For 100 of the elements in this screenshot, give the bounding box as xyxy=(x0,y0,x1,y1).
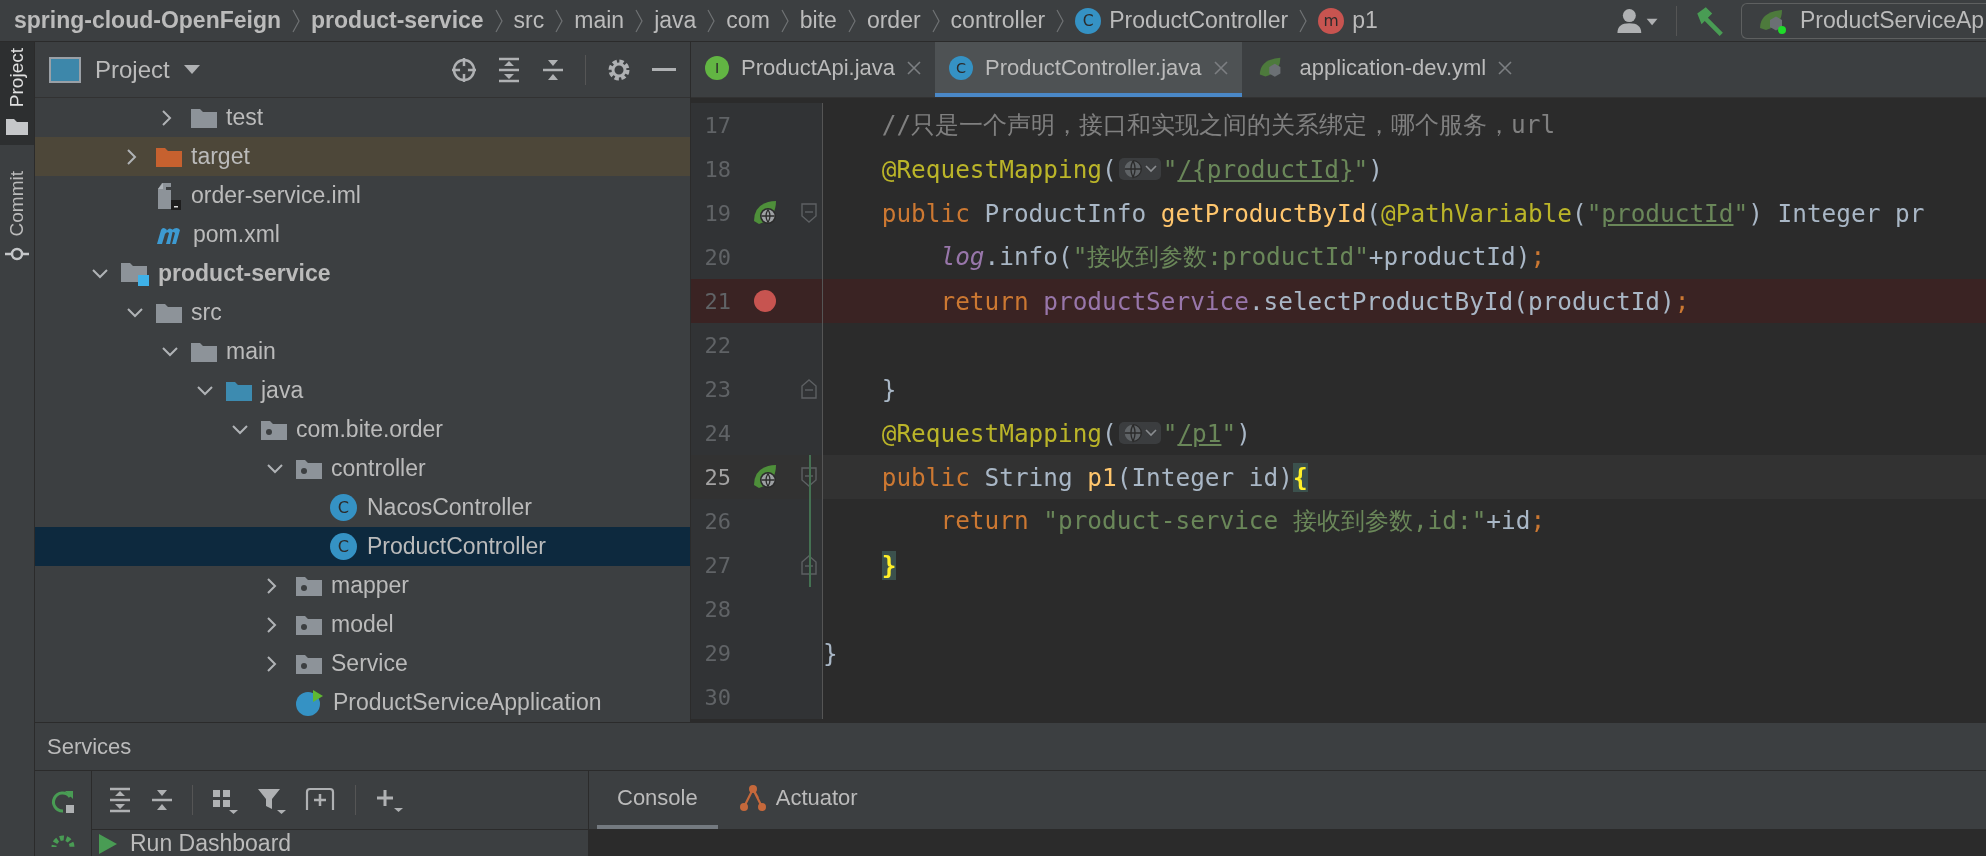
package-icon xyxy=(295,574,323,597)
line-number: 21 xyxy=(703,288,731,314)
tree-item[interactable]: product-service xyxy=(35,254,690,293)
folder-icon xyxy=(225,379,253,402)
tree-item[interactable]: C ProductController xyxy=(35,527,690,566)
chevron-icon xyxy=(291,7,302,34)
panel-title-dropdown[interactable]: Project xyxy=(49,55,200,84)
code-text: @RequestMapping( xyxy=(880,154,1117,184)
dropdown-arrow-icon xyxy=(183,64,200,75)
fold-marker-icon[interactable] xyxy=(801,379,817,399)
tree-item[interactable]: src xyxy=(35,293,690,332)
chevron-icon xyxy=(634,7,645,34)
class-icon: C xyxy=(1075,7,1102,34)
editor-tab[interactable]: C ProductController.java xyxy=(935,42,1242,97)
editor-tab[interactable]: application-dev.yml xyxy=(1241,42,1527,97)
tree-item[interactable]: mapper xyxy=(35,566,690,605)
code-text: } xyxy=(880,374,897,404)
expand-all-icon[interactable] xyxy=(108,787,132,813)
close-icon[interactable] xyxy=(1498,60,1513,75)
chevron-icon xyxy=(779,7,790,34)
code-text: } xyxy=(823,638,838,668)
chevron-icon xyxy=(930,7,941,34)
web-link-icon[interactable] xyxy=(1118,158,1161,180)
run-configuration-selector[interactable]: ProductServiceAp xyxy=(1741,2,1986,39)
actuator-icon xyxy=(737,783,768,813)
tree-item[interactable]: Run Dashboard xyxy=(92,830,588,856)
breadcrumb-item[interactable]: src xyxy=(513,7,545,34)
web-link-icon[interactable] xyxy=(1118,422,1161,444)
code-text: @RequestMapping( xyxy=(880,418,1117,448)
window-icon xyxy=(49,56,81,83)
panel-title: Services xyxy=(47,733,132,760)
method-icon: m xyxy=(1318,7,1345,34)
side-tab[interactable]: Commit xyxy=(0,165,34,271)
endpoint-icon[interactable] xyxy=(751,199,779,227)
fold-marker-icon[interactable] xyxy=(801,467,817,487)
breadcrumb-item[interactable]: java xyxy=(654,7,697,34)
breadcrumb-item[interactable]: spring-cloud-OpenFeign xyxy=(14,7,282,34)
line-number: 25 xyxy=(703,464,731,490)
folder-icon xyxy=(155,301,183,324)
tree-item[interactable]: model xyxy=(35,605,690,644)
refresh-icon[interactable] xyxy=(50,789,76,815)
code-text: return "product-service 接收到参数,id:"+id; xyxy=(939,505,1546,537)
code-text: //只是一个声明，接口和实现之间的关系绑定，哪个服务，url xyxy=(880,109,1556,141)
side-tab[interactable]: Project xyxy=(0,42,34,146)
endpoint-icon[interactable] xyxy=(751,463,779,491)
collapse-all-icon[interactable] xyxy=(150,787,174,813)
breadcrumb-item[interactable]: main xyxy=(574,7,625,34)
user-icon[interactable] xyxy=(1616,7,1660,34)
editor-tab[interactable]: I ProductApi.java xyxy=(691,42,936,97)
breadcrumb-item[interactable]: controller xyxy=(950,7,1046,34)
breadcrumb-item[interactable]: order xyxy=(866,7,921,34)
console-tab[interactable]: Actuator xyxy=(717,771,878,829)
chevron-icon xyxy=(493,7,504,34)
breadcrumb-item[interactable]: product-service xyxy=(311,7,484,34)
breadcrumb-item[interactable]: bite xyxy=(799,7,837,34)
chevron-icon xyxy=(1298,7,1309,34)
package-icon xyxy=(295,613,323,636)
file-icon xyxy=(155,181,183,210)
breadcrumb-item[interactable]: m p1 xyxy=(1318,7,1378,34)
tree-item[interactable]: com.bite.order xyxy=(35,410,690,449)
tree-item[interactable]: main xyxy=(35,332,690,371)
tree-item[interactable]: target xyxy=(35,137,690,176)
tree-item[interactable]: Service xyxy=(35,644,690,683)
tree-item[interactable]: C NacosController xyxy=(35,488,690,527)
package-icon xyxy=(295,652,323,675)
tree-item[interactable]: test xyxy=(35,98,690,137)
tree-item[interactable]: controller xyxy=(35,449,690,488)
breadcrumb-item[interactable]: C ProductController xyxy=(1075,7,1289,34)
module-folder-icon xyxy=(120,260,150,287)
filter-icon[interactable] xyxy=(257,786,287,814)
chevron-icon xyxy=(554,7,565,34)
chevron-icon xyxy=(1055,7,1066,34)
code-text: return productService.selectProductById(productId); xyxy=(939,286,1690,316)
fold-marker-icon[interactable] xyxy=(801,555,817,575)
folder-icon xyxy=(190,340,218,363)
tree-item[interactable]: java xyxy=(35,371,690,410)
class-icon: C xyxy=(330,533,357,560)
code-text: public String p1(Integer id){ xyxy=(880,462,1308,492)
code-text: "/p1") xyxy=(1162,418,1251,448)
code-text: "/{productId}") xyxy=(1162,154,1383,184)
close-icon[interactable] xyxy=(907,60,922,75)
folder-icon xyxy=(190,106,218,129)
code-text: log.info("接收到参数:productId"+productId); xyxy=(939,241,1546,273)
tree-item[interactable]: pom.xml xyxy=(35,215,690,254)
package-icon xyxy=(260,418,288,441)
class-icon: C xyxy=(330,494,357,521)
interface-icon: I xyxy=(705,55,729,80)
fold-marker-icon[interactable] xyxy=(801,203,817,223)
tree-item[interactable]: ProductServiceApplication xyxy=(35,683,690,722)
code-text: public ProductInfo getProductById(@PathVariable("productId") Integer pr xyxy=(880,198,1925,228)
app-class-icon xyxy=(295,687,325,718)
package-icon xyxy=(295,457,323,480)
breakpoint-icon[interactable] xyxy=(753,289,777,313)
expand-all-icon[interactable] xyxy=(497,56,521,83)
breadcrumb-item[interactable]: com xyxy=(726,7,770,34)
locate-icon[interactable] xyxy=(451,56,477,83)
folder-icon xyxy=(155,145,183,168)
gear-icon[interactable] xyxy=(50,833,76,847)
class-icon: C xyxy=(949,55,974,80)
tree-item[interactable]: order-service.iml xyxy=(35,176,690,215)
